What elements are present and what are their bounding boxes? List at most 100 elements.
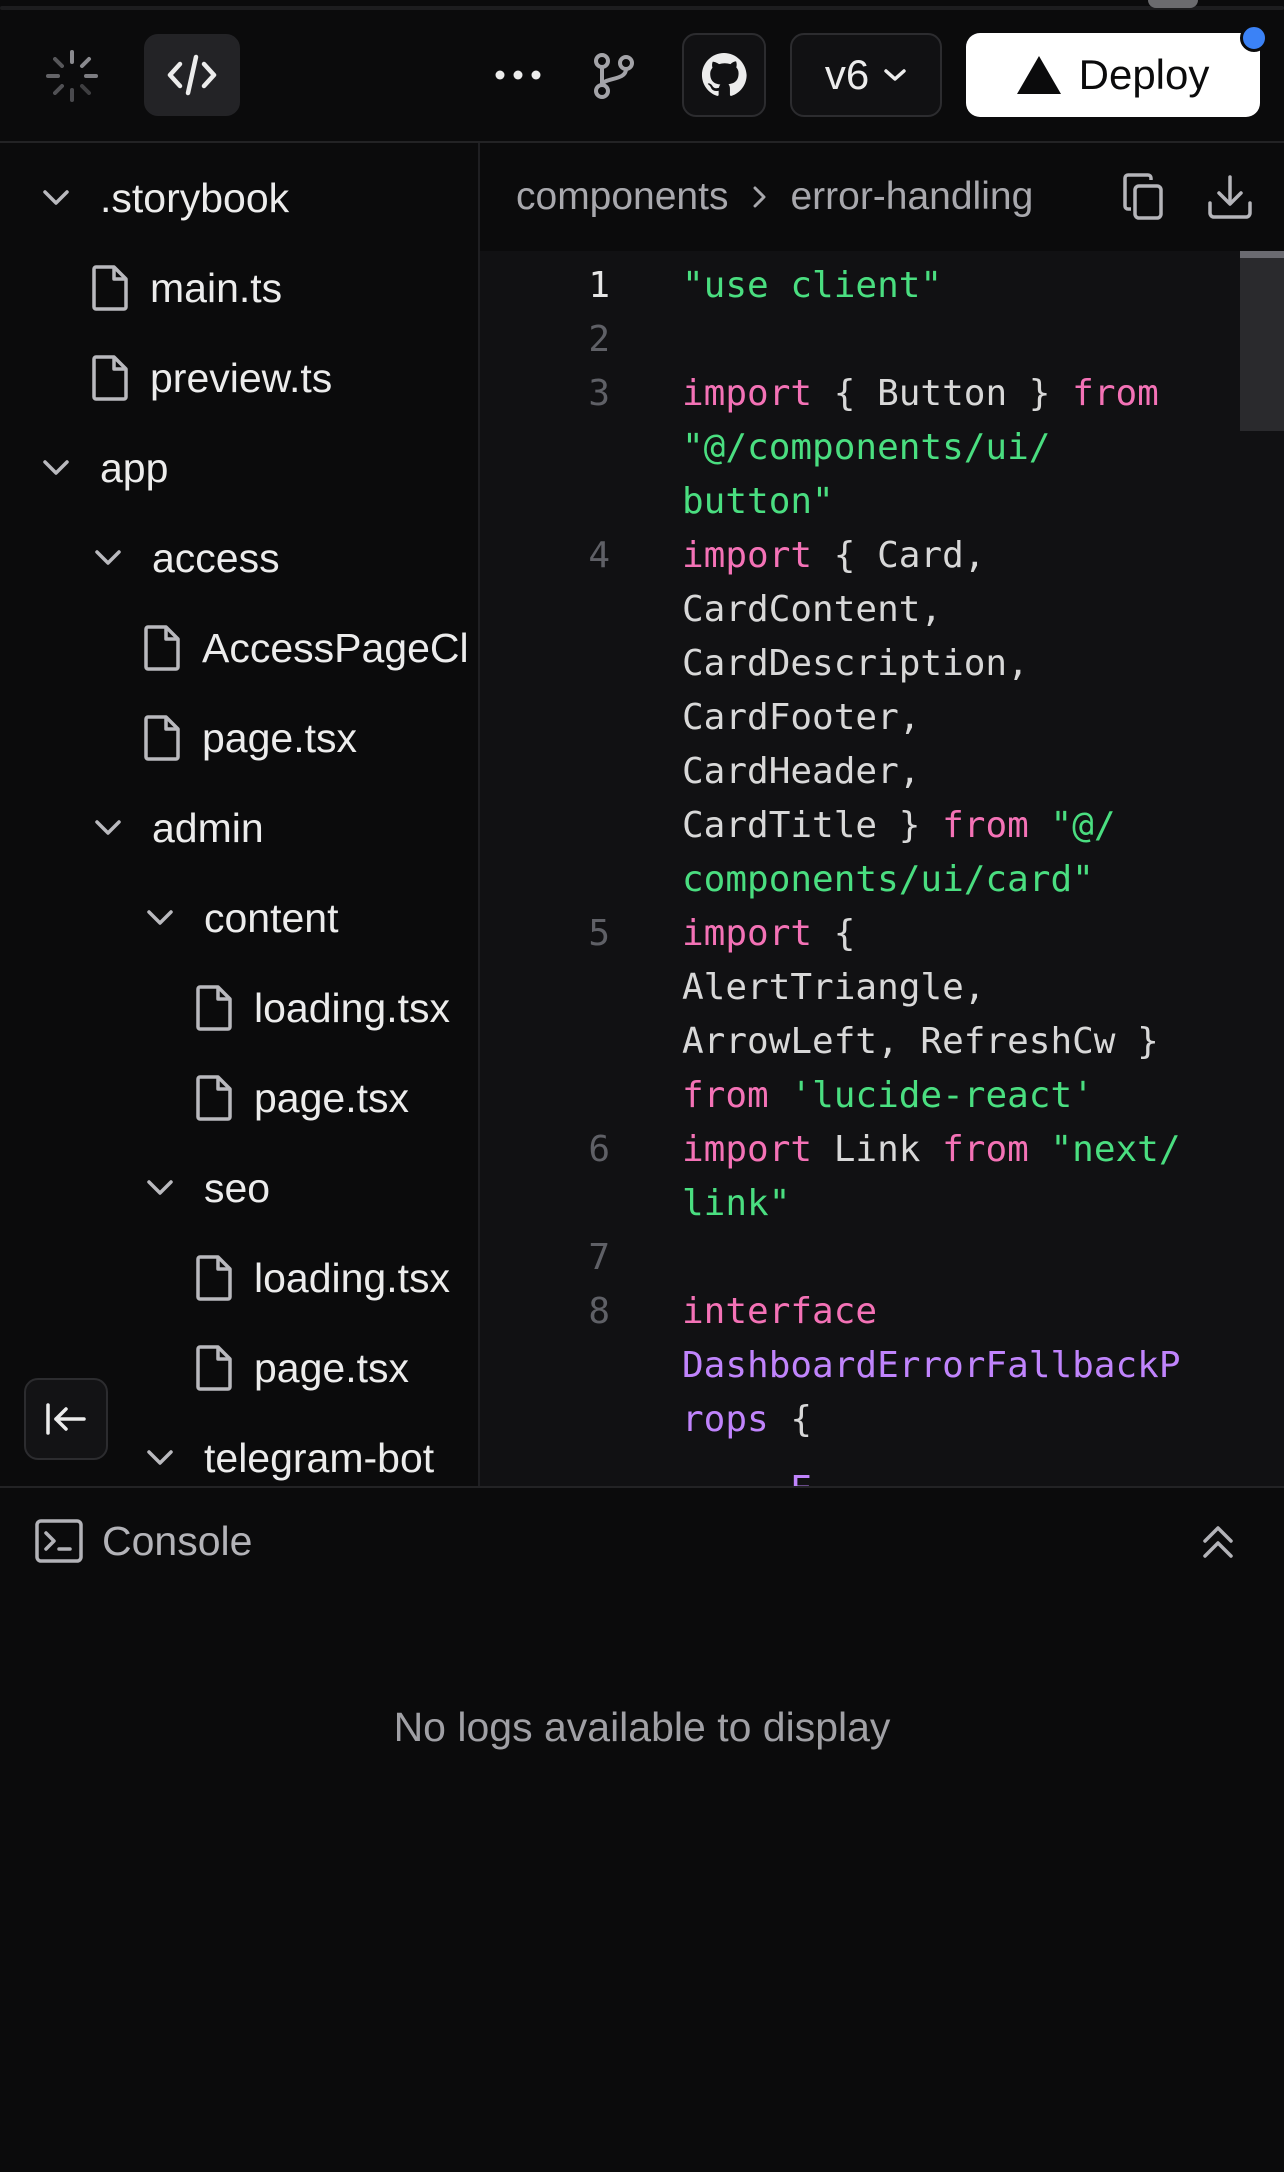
top-toolbar: v6 Deploy xyxy=(0,0,1284,143)
tree-item-label: preview.ts xyxy=(150,354,333,401)
deploy-button[interactable]: Deploy xyxy=(966,33,1260,117)
code-line: button" xyxy=(682,481,834,522)
code-view[interactable]: 1 2 3 4 5 6 7 8 "use client" import { Button } f… xyxy=(480,251,1284,1486)
code-line: import { Card, xyxy=(682,535,985,576)
code-editor: components error-handling 1 2 3 4 5 6 7 … xyxy=(480,143,1284,1486)
console-panel: Console No logs available to display xyxy=(0,1486,1284,2172)
code-token: "@/ xyxy=(1028,805,1116,846)
download-icon xyxy=(1208,175,1252,219)
console-header[interactable]: Console xyxy=(0,1488,1284,1594)
tree-file-row[interactable]: page.tsx xyxy=(140,693,357,783)
more-options-button[interactable] xyxy=(486,50,550,100)
breadcrumb-item-components[interactable]: components xyxy=(516,175,728,219)
tree-file-row[interactable]: loading.tsx xyxy=(192,1233,450,1323)
tree-folder-row[interactable]: .storybook xyxy=(38,153,289,243)
code-token: ArrowLeft, RefreshCw } xyxy=(682,1021,1159,1062)
code-token: { xyxy=(812,913,856,954)
tree-item-label: page.tsx xyxy=(202,714,357,761)
chevron-right-icon xyxy=(750,183,768,211)
code-token: "@/components/ui/ xyxy=(682,427,1051,468)
tree-file-row[interactable]: main.ts xyxy=(88,243,282,333)
file-icon xyxy=(140,713,184,763)
code-line: CardHeader, xyxy=(682,751,920,792)
branch-button[interactable] xyxy=(586,46,642,106)
console-title: Console xyxy=(102,1517,253,1564)
expand-console-button[interactable] xyxy=(1190,1514,1246,1570)
code-token: import xyxy=(682,373,813,414)
tree-item-label: main.ts xyxy=(150,264,283,311)
code-token: CardDescription, xyxy=(682,643,1029,684)
code-line: DashboardErrorFallbackP xyxy=(682,1345,1181,1386)
code-view-button[interactable] xyxy=(144,34,240,116)
tree-folder-row[interactable]: content xyxy=(142,873,339,963)
line-number: 5 xyxy=(588,913,610,954)
chevron-down-icon xyxy=(142,1170,178,1206)
editor-scroll-thumb[interactable] xyxy=(1240,255,1284,431)
code-line: "use client" xyxy=(682,265,942,306)
code-line: CardTitle } from "@/ xyxy=(682,805,1116,846)
code-line: from 'lucide-react' xyxy=(682,1075,1094,1116)
loading-spinner-icon xyxy=(44,48,100,104)
code-line: rops { xyxy=(682,1399,812,1440)
chevron-down-icon xyxy=(142,900,178,936)
collapse-left-icon xyxy=(46,1403,86,1435)
line-number: 1 xyxy=(588,265,610,306)
tree-folder-row[interactable]: seo xyxy=(142,1143,270,1233)
code-token: import xyxy=(682,535,813,576)
download-button[interactable] xyxy=(1202,169,1258,225)
tree-item-label: loading.tsx xyxy=(254,1254,451,1301)
code-token: import xyxy=(682,913,813,954)
tree-file-row[interactable]: preview.ts xyxy=(88,333,332,423)
file-icon xyxy=(192,1073,236,1123)
tree-file-row[interactable]: page.tsx xyxy=(192,1323,409,1413)
tree-file-row[interactable]: AccessPageCl xyxy=(140,603,469,693)
code-token: { Button } xyxy=(812,373,1073,414)
version-label: v6 xyxy=(824,51,870,98)
file-icon xyxy=(88,353,132,403)
chevron-down-icon xyxy=(142,1440,178,1476)
copy-button[interactable] xyxy=(1116,169,1172,225)
line-number: 3 xyxy=(588,373,610,414)
line-number: 6 xyxy=(588,1129,610,1170)
code-token: import xyxy=(682,1129,813,1170)
tree-item-label: AccessPageCl xyxy=(202,624,469,671)
code-token: link" xyxy=(682,1183,791,1224)
github-icon xyxy=(701,52,747,96)
tree-file-row[interactable]: page.tsx xyxy=(192,1053,409,1143)
code-line: "@/components/ui/ xyxy=(682,427,1050,468)
code-line: AlertTriangle, xyxy=(682,967,985,1008)
version-select[interactable]: v6 xyxy=(790,33,942,117)
file-icon xyxy=(88,263,132,313)
more-icon xyxy=(495,70,541,80)
tree-folder-row[interactable]: admin xyxy=(90,783,264,873)
editor-scrollbar[interactable] xyxy=(1240,251,1284,1486)
git-branch-icon xyxy=(594,53,634,99)
chevrons-up-icon xyxy=(1203,1526,1233,1558)
tree-item-label: app xyxy=(100,444,169,491)
code-line: link" xyxy=(682,1183,790,1224)
chevron-down-icon xyxy=(884,69,906,81)
code-token: from xyxy=(1072,373,1159,414)
code-token: from xyxy=(682,1075,769,1116)
notification-dot xyxy=(1240,24,1268,52)
deploy-label: Deploy xyxy=(1078,51,1210,98)
breadcrumb-item-error-handling[interactable]: error-handling xyxy=(790,175,1033,219)
code-token: button" xyxy=(682,481,834,522)
tree-item-label: admin xyxy=(152,804,264,851)
copy-icon xyxy=(1123,173,1163,220)
collapse-sidebar-button[interactable] xyxy=(24,1378,108,1460)
code-line: import { Button } from xyxy=(682,373,1159,414)
code-line: CardFooter, xyxy=(682,697,920,738)
tree-folder-row[interactable]: access xyxy=(90,513,280,603)
tree-file-row[interactable]: loading.tsx xyxy=(192,963,450,1053)
code-token: rops xyxy=(682,1399,769,1440)
line-number: 7 xyxy=(588,1237,610,1278)
tree-folder-row[interactable]: telegram-bot xyxy=(142,1413,434,1486)
tree-folder-row[interactable]: app xyxy=(38,423,168,513)
github-button[interactable] xyxy=(682,33,766,117)
file-icon xyxy=(192,983,236,1033)
code-token: "use client" xyxy=(682,265,943,306)
tree-item-label: page.tsx xyxy=(254,1074,409,1121)
tree-item-label: telegram-bot xyxy=(204,1434,435,1481)
